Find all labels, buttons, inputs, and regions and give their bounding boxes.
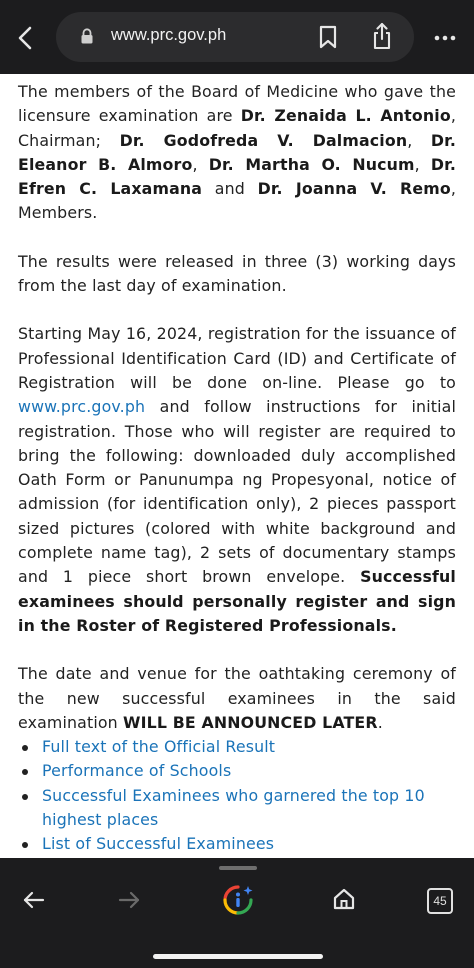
text-segment: , xyxy=(192,154,209,174)
prc-website-link[interactable]: www.prc.gov.ph xyxy=(18,397,145,416)
home-icon[interactable] xyxy=(332,887,356,911)
list-item: Performance of Schools xyxy=(18,759,456,783)
oathtaking-paragraph: The date and venue for the oathtaking ce… xyxy=(18,662,456,735)
results-release-paragraph: The results were released in three (3) w… xyxy=(18,251,456,296)
lock-icon xyxy=(81,28,93,44)
member-name: Dr. Godofreda V. Dalmacion xyxy=(119,130,408,150)
registration-paragraph: Starting May 16, 2024, registration for … xyxy=(18,322,456,638)
text-segment: and follow instructions for initial regi… xyxy=(18,397,456,587)
page-content: The members of the Board of Medicine who… xyxy=(18,80,456,857)
list-item: Full text of the Official Result xyxy=(18,735,456,759)
more-options-icon[interactable] xyxy=(433,34,457,42)
member-name: Dr. Martha O. Nucum xyxy=(208,154,415,174)
forward-arrow-icon[interactable] xyxy=(117,888,141,912)
list-item: Successful Examinees who garnered the to… xyxy=(18,784,456,833)
official-result-link[interactable]: Full text of the Official Result xyxy=(42,737,275,756)
text-segment: and xyxy=(202,179,258,199)
member-name: Dr. Zenaida L. Antonio xyxy=(240,106,451,126)
successful-examinees-list-link[interactable]: List of Successful Examinees xyxy=(42,834,274,853)
google-lens-icon[interactable] xyxy=(222,884,254,916)
browser-top-bar: www.prc.gov.ph xyxy=(0,0,474,74)
board-members-paragraph: The members of the Board of Medicine who… xyxy=(18,80,456,226)
bookmark-icon[interactable] xyxy=(318,25,338,49)
member-name: Dr. Joanna V. Remo xyxy=(257,179,451,199)
back-chevron-icon[interactable] xyxy=(14,24,38,52)
url-text[interactable]: www.prc.gov.ph xyxy=(111,26,226,45)
text-segment: . xyxy=(377,712,383,732)
share-icon[interactable] xyxy=(371,22,393,50)
tab-count-button[interactable]: 45 xyxy=(427,888,453,914)
browser-bottom-toolbar: 45 xyxy=(0,858,474,968)
text-segment: , xyxy=(414,154,431,174)
announcement-notice: WILL BE ANNOUNCED LATER xyxy=(123,712,378,732)
text-segment: Starting May 16, 2024, registration for … xyxy=(18,324,456,392)
list-item: List of Successful Examinees xyxy=(18,832,456,856)
address-bar[interactable]: www.prc.gov.ph xyxy=(56,12,414,62)
home-indicator xyxy=(153,954,323,959)
performance-of-schools-link[interactable]: Performance of Schools xyxy=(42,761,231,780)
text-segment: , xyxy=(407,130,431,150)
result-links-list: Full text of the Official Result Perform… xyxy=(18,735,456,856)
top-10-examinees-link[interactable]: Successful Examinees who garnered the to… xyxy=(42,786,425,829)
back-arrow-icon[interactable] xyxy=(22,888,46,912)
drag-handle[interactable] xyxy=(219,866,257,870)
